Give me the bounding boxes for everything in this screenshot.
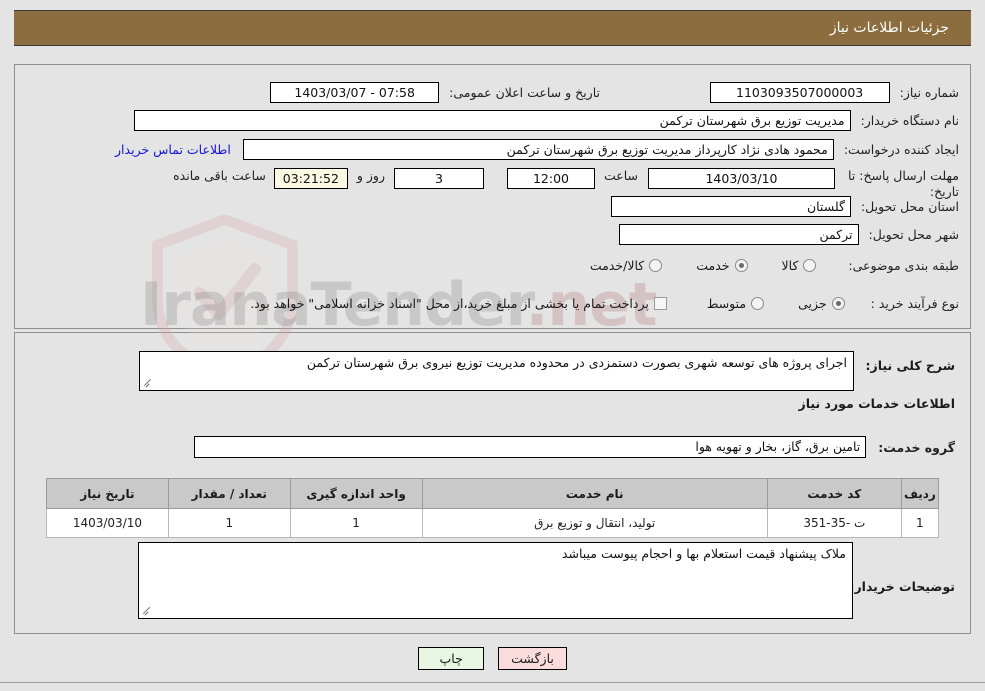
province-label: استان محل تحویل:: [860, 199, 959, 214]
services-heading: اطلاعات خدمات مورد نیاز: [798, 396, 956, 411]
radio-khedmat-icon[interactable]: [734, 259, 748, 272]
purchase-type-option-jozei-label: جزیی: [798, 296, 827, 311]
treasury-docs-checkbox-label: پرداخت تمام یا بخشی از مبلغ خرید،از محل …: [250, 296, 649, 311]
radio-kala-khedmat-icon[interactable]: [649, 259, 663, 272]
col-service-code: کد خدمت: [766, 478, 902, 509]
purchase-type-row: نوع فرآیند خرید : جزیی متوسط پرداخت تمام…: [250, 296, 959, 311]
deadline-days-value: 3: [393, 168, 484, 189]
cell-radif: 1: [900, 508, 940, 538]
purchase-type-option-motevaset-label: متوسط: [706, 296, 747, 311]
page-title: جزئیات اطلاعات نیاز: [829, 20, 949, 36]
back-button[interactable]: بازگشت: [498, 647, 567, 670]
deadline-hour-value: 12:00: [506, 168, 595, 189]
col-service-name: نام خدمت: [421, 478, 768, 509]
service-group-row: گروه خدمت: تامین برق، گاز، بخار و تهویه …: [194, 436, 955, 458]
city-label: شهر محل تحویل:: [868, 227, 959, 242]
announce-datetime-row: تاریخ و ساعت اعلان عمومی: 1403/03/07 - 0…: [270, 82, 600, 103]
category-option-kala-khedmat[interactable]: کالا/خدمت: [589, 258, 663, 273]
purchase-type-option-jozei[interactable]: جزیی: [798, 296, 845, 311]
deadline-countdown-value: 03:21:52: [273, 168, 348, 189]
cell-service-code: ت -35-351: [766, 508, 902, 538]
summary-textarea[interactable]: اجرای پروژه های توسعه شهری بصورت دستمزدی…: [139, 351, 854, 391]
action-buttons: بازگشت چاپ: [0, 647, 985, 670]
buyer-notes-textarea[interactable]: ملاک پیشنهاد قیمت استعلام بها و احجام پی…: [138, 542, 853, 619]
category-option-kala-label: کالا: [781, 258, 799, 273]
category-option-khedmat[interactable]: خدمت: [696, 258, 748, 273]
need-number-value: 1103093507000003: [709, 82, 890, 103]
resize-grip-icon-2[interactable]: [142, 606, 152, 616]
radio-kala-icon[interactable]: [803, 259, 817, 272]
purchase-type-label: نوع فرآیند خرید :: [870, 296, 959, 311]
table-row: 1 ت -35-351 تولید، انتقال و توزیع برق 1 …: [46, 508, 940, 538]
category-option-kala-khedmat-label: کالا/خدمت: [589, 258, 645, 273]
col-unit: واحد اندازه گیری: [289, 478, 423, 509]
deadline-remaining-label: ساعت باقی مانده: [173, 168, 266, 183]
page-header: جزئیات اطلاعات نیاز: [14, 10, 971, 46]
resize-grip-icon[interactable]: [143, 378, 153, 388]
cell-need-date: 1403/03/10: [46, 508, 169, 538]
radio-jozei-icon[interactable]: [831, 297, 845, 310]
col-need-date: تاریخ نیاز: [46, 478, 169, 509]
buyer-contact-link[interactable]: اطلاعات تماس خریدار: [115, 142, 231, 157]
purchase-type-option-motevaset[interactable]: متوسط: [706, 296, 765, 311]
col-quantity: تعداد / مقدار: [167, 478, 291, 509]
city-value: ترکمن: [618, 224, 859, 245]
category-label: طبقه بندی موضوعی:: [848, 258, 959, 273]
summary-value: اجرای پروژه های توسعه شهری بصورت دستمزدی…: [306, 355, 847, 370]
province-value: گلستان: [610, 196, 851, 217]
cell-service-name: تولید، انتقال و توزیع برق: [421, 508, 768, 538]
service-group-label: گروه خدمت:: [878, 439, 955, 455]
category-option-khedmat-label: خدمت: [696, 258, 730, 273]
announce-datetime-value: 1403/03/07 - 07:58: [270, 82, 440, 103]
service-group-value: تامین برق، گاز، بخار و تهویه هوا: [194, 436, 867, 458]
cell-unit: 1: [289, 508, 423, 538]
col-radif: ردیف: [900, 478, 940, 509]
radio-motevaset-icon[interactable]: [751, 297, 765, 310]
table-header-row: ردیف کد خدمت نام خدمت واحد اندازه گیری ت…: [46, 478, 940, 509]
cell-quantity: 1: [167, 508, 291, 538]
treasury-docs-checkbox-group[interactable]: پرداخت تمام یا بخشی از مبلغ خرید،از محل …: [250, 296, 667, 311]
buyer-org-label: نام دستگاه خریدار:: [860, 113, 959, 128]
buyer-notes-label: توضیحات خریدار:: [849, 579, 955, 594]
need-number-row: شماره نیاز: 1103093507000003: [709, 82, 959, 103]
deadline-date-value: 1403/03/10: [648, 168, 835, 189]
treasury-docs-checkbox-icon[interactable]: [653, 297, 667, 310]
announce-datetime-label: تاریخ و ساعت اعلان عمومی:: [449, 85, 600, 100]
category-option-kala[interactable]: کالا: [782, 258, 817, 273]
deadline-hour-label: ساعت: [603, 168, 638, 183]
province-row: استان محل تحویل: گلستان: [610, 196, 959, 217]
city-row: شهر محل تحویل: ترکمن: [618, 224, 959, 245]
buyer-notes-value: ملاک پیشنهاد قیمت استعلام بها و احجام پی…: [561, 546, 846, 561]
need-number-label: شماره نیاز:: [899, 85, 959, 100]
print-button[interactable]: چاپ: [418, 647, 485, 670]
bottom-divider: [0, 682, 985, 683]
category-row: طبقه بندی موضوعی: کالا خدمت کالا/خدمت: [590, 258, 959, 273]
deadline-days-label: روز و: [356, 168, 385, 183]
buyer-org-row: نام دستگاه خریدار: مدیریت توزیع برق شهرس…: [133, 110, 959, 131]
requester-row: ایجاد کننده درخواست: محمود هادی نژاد کار…: [115, 139, 959, 160]
summary-label: شرح کلی نیاز:: [865, 358, 955, 373]
requester-value: محمود هادی نژاد کارپرداز مدیریت توزیع بر…: [242, 139, 834, 160]
requester-label: ایجاد کننده درخواست:: [843, 142, 959, 157]
buyer-org-value: مدیریت توزیع برق شهرستان ترکمن: [133, 110, 851, 131]
services-table: ردیف کد خدمت نام خدمت واحد اندازه گیری ت…: [46, 478, 940, 538]
